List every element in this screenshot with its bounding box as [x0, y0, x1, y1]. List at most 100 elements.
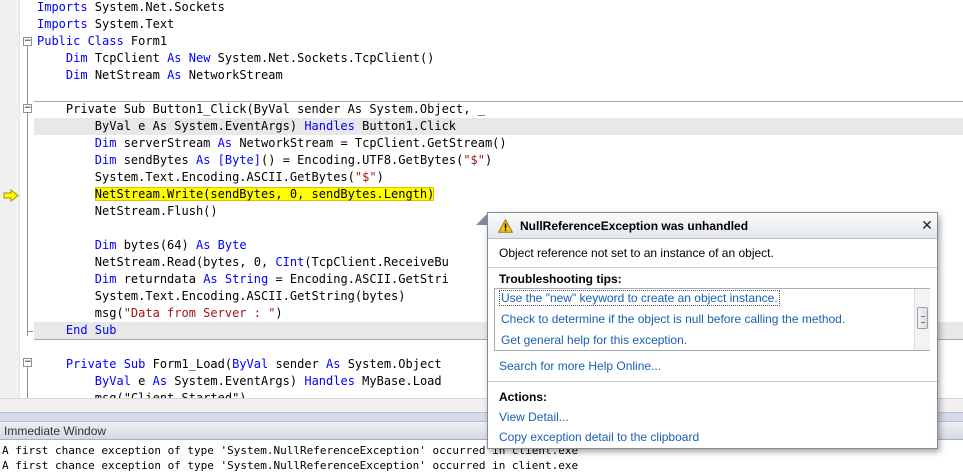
code-line[interactable]: Imports System.Net.Sockets	[37, 0, 225, 16]
code-string: "Data from Server : "	[123, 306, 276, 320]
tip-link-null-check[interactable]: Check to determine if the object is null…	[501, 312, 845, 326]
code-keyword: As String	[203, 272, 269, 286]
collapse-sub-icon[interactable]: −	[23, 358, 32, 367]
code-line[interactable]: ByVal e As System.EventArgs) Handles MyB…	[37, 373, 442, 390]
code-token: )	[376, 170, 384, 184]
troubleshooting-tips-list[interactable]: Use the "new" keyword to create an objec…	[494, 288, 930, 351]
divider	[488, 267, 937, 268]
tip-link-new-keyword[interactable]: Use the "new" keyword to create an objec…	[499, 290, 780, 306]
code-line[interactable]: System.Text.Encoding.ASCII.GetString(byt…	[37, 288, 406, 305]
scrollbar-thumb[interactable]	[917, 307, 928, 329]
code-token: )	[275, 306, 283, 320]
code-token: TcpClient	[87, 51, 168, 65]
code-line[interactable]: Private Sub Form1_Load(ByVal sender As S…	[37, 356, 442, 373]
code-keyword: As	[217, 136, 233, 150]
code-keyword: ByVal	[232, 357, 269, 371]
code-line[interactable]: NetStream.Flush()	[37, 203, 218, 220]
code-line[interactable]: Imports System.Text	[37, 16, 174, 33]
code-line[interactable]: Dim sendBytes As [Byte]() = Encoding.UTF…	[37, 152, 492, 169]
code-line[interactable]: NetStream.Read(bytes, 0, CInt(TcpClient.…	[37, 254, 449, 271]
exception-title: NullReferenceException was unhandled	[520, 219, 749, 233]
tip-link-general-help[interactable]: Get general help for this exception.	[501, 333, 687, 347]
close-icon[interactable]: ✕	[919, 217, 935, 233]
code-keyword: ByVal	[94, 374, 131, 388]
code-token: bytes(64)	[116, 238, 196, 252]
code-line[interactable]: Public Class Form1	[37, 33, 167, 50]
popup-header: NullReferenceException was unhandled ✕	[488, 213, 937, 239]
outline-end-tick	[27, 331, 33, 332]
code-keyword: End Sub	[65, 323, 117, 337]
code-token: System.Text.Encoding.ASCII.GetBytes(	[37, 170, 355, 184]
code-keyword: As	[167, 68, 182, 82]
troubleshooting-header: Troubleshooting tips:	[499, 272, 622, 286]
code-token: sendBytes	[116, 153, 196, 167]
code-line[interactable]: Dim NetStream As NetworkStream	[37, 67, 283, 84]
code-keyword: Handles	[304, 119, 355, 133]
copy-exception-detail-link[interactable]: Copy exception detail to the clipboard	[499, 430, 699, 444]
code-token: System.Object	[340, 357, 442, 371]
code-line[interactable]: Dim returndata As String = Encoding.ASCI…	[37, 271, 449, 288]
code-line[interactable]: Private Sub Button1_Click(ByVal sender A…	[37, 101, 485, 118]
code-line[interactable]: End Sub	[37, 322, 117, 339]
search-help-online-link[interactable]: Search for more Help Online...	[499, 359, 661, 373]
code-line[interactable]: System.Text.Encoding.ASCII.GetBytes("$")	[37, 169, 384, 186]
current-statement-highlight: NetStream.Write(sendBytes, 0, sendBytes.…	[94, 187, 435, 201]
code-token: MyBase.Load	[354, 374, 442, 388]
view-detail-link[interactable]: View Detail...	[499, 410, 569, 424]
code-line[interactable]: Dim TcpClient As New System.Net.Sockets.…	[37, 50, 435, 67]
collapse-sub-icon[interactable]: −	[23, 104, 32, 113]
outline-guide	[27, 46, 28, 336]
code-keyword: Handles	[304, 374, 355, 388]
code-keyword: Imports	[37, 0, 88, 14]
exception-message: Object reference not set to an instance …	[499, 246, 774, 260]
code-line[interactable]: msg("Data from Server : ")	[37, 305, 283, 322]
tips-scrollbar[interactable]	[914, 289, 930, 350]
divider	[488, 381, 937, 382]
code-token: System.Net.Sockets	[87, 0, 225, 14]
code-keyword: Dim	[65, 68, 88, 82]
code-token: System.Text	[87, 17, 175, 31]
code-token: (TcpClient.ReceiveBu	[304, 255, 449, 269]
exception-assistant-popup: NullReferenceException was unhandled ✕ O…	[476, 212, 938, 449]
code-token: NetStream.Read(bytes, 0,	[37, 255, 276, 269]
code-keyword: Dim	[94, 272, 117, 286]
code-keyword: Dim	[94, 153, 117, 167]
code-keyword: Dim	[94, 136, 117, 150]
code-token: () = Encoding.UTF8.GetBytes(	[261, 153, 464, 167]
code-token: NetworkStream	[181, 68, 283, 82]
output-line: A first chance exception of type 'System…	[2, 459, 579, 472]
code-token: returndata	[116, 272, 204, 286]
code-keyword: Public Class	[37, 34, 124, 48]
code-keyword: As New	[167, 51, 211, 65]
code-keyword: As Byte	[195, 238, 247, 252]
code-line[interactable]: msg("Client Started")	[37, 390, 247, 398]
code-line[interactable]: ByVal e As System.EventArgs) Handles But…	[37, 118, 456, 135]
code-keyword: Private Sub	[65, 357, 146, 371]
code-token: msg(	[37, 306, 124, 320]
code-keyword: Dim	[94, 238, 117, 252]
code-token: Form1_Load(	[145, 357, 233, 371]
code-line[interactable]: NetStream.Write(sendBytes, 0, sendBytes.…	[37, 186, 435, 203]
code-token: System.EventArgs)	[167, 374, 305, 388]
code-token: Button1.Click	[354, 119, 457, 133]
code-token: ByVal e As System.EventArgs)	[37, 119, 305, 133]
code-line[interactable]: Dim bytes(64) As Byte	[37, 237, 247, 254]
code-keyword: [Byte]	[217, 153, 262, 167]
code-string: "$"	[354, 170, 377, 184]
code-token: NetStream.Flush()	[37, 204, 218, 218]
code-token: Form1	[123, 34, 168, 48]
code-line[interactable]: Dim serverStream As NetworkStream = TcpC…	[37, 135, 507, 152]
code-token: System.Text.Encoding.ASCII.GetString(byt…	[37, 289, 406, 303]
code-keyword: As	[195, 153, 211, 167]
code-token: Private Sub Button1_Click(ByVal sender A…	[37, 102, 485, 116]
collapse-class-icon[interactable]: −	[23, 37, 32, 46]
